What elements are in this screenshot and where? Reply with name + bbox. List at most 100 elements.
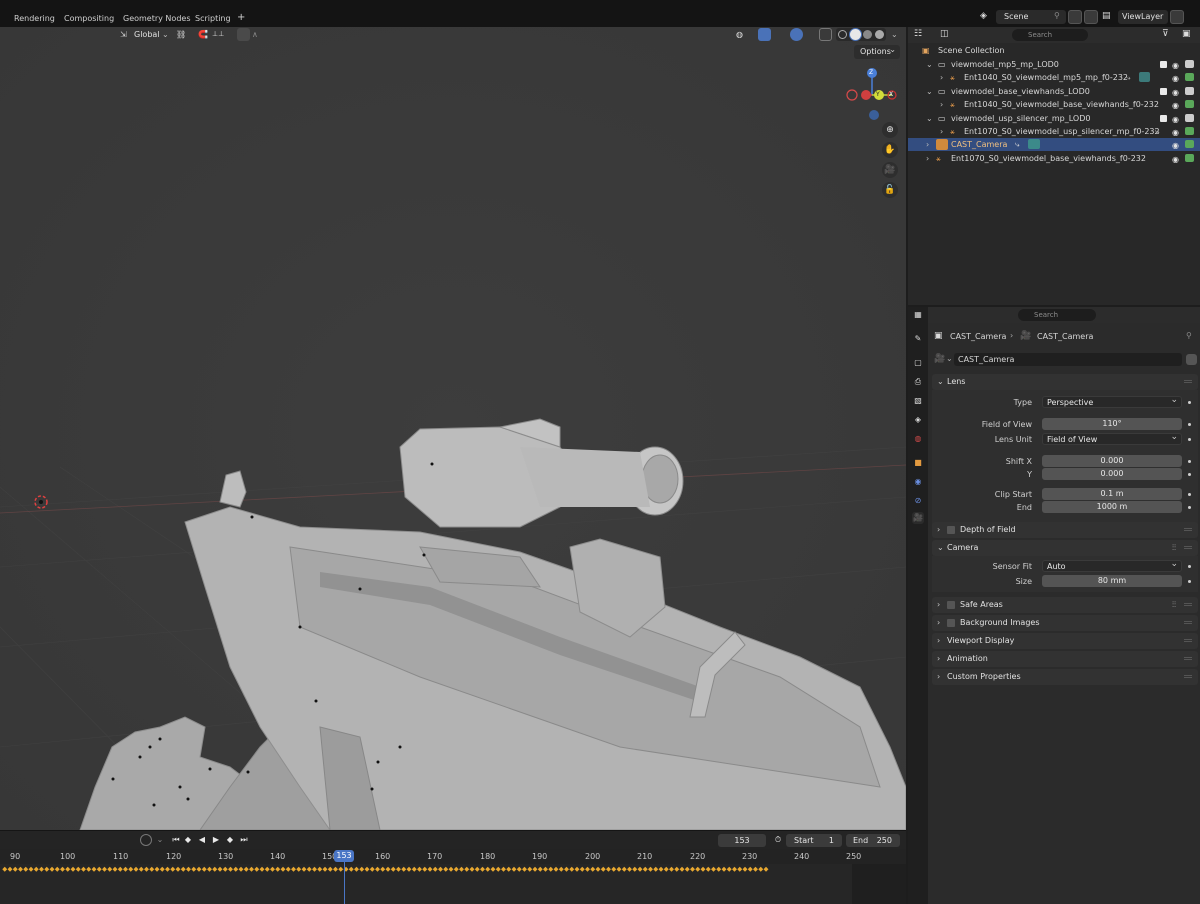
keyframe-diamond[interactable] xyxy=(642,866,648,872)
outliner-row-object[interactable]: › ⚹ Ent1040_S0_viewmodel_mp5_mp_f0-232 ⤷… xyxy=(908,71,1200,84)
drag-grip-icon[interactable] xyxy=(1184,639,1192,642)
keyframe-diamond[interactable] xyxy=(243,866,249,872)
render-camera-icon[interactable] xyxy=(1185,140,1194,148)
keyframe-diamond[interactable] xyxy=(417,866,422,872)
editor-type-icon[interactable]: ▦ xyxy=(912,309,924,321)
keyframe-diamond[interactable] xyxy=(390,866,396,872)
keyframe-dot[interactable] xyxy=(1188,460,1191,463)
keyframe-diamond[interactable] xyxy=(175,866,181,872)
gizmo-toggle-icon[interactable] xyxy=(758,28,771,41)
keyframe-diamond[interactable] xyxy=(621,866,627,872)
play-icon[interactable]: ▶ xyxy=(210,834,222,846)
keyframe-diamond[interactable] xyxy=(637,866,643,872)
keyframe-diamond[interactable] xyxy=(595,866,601,872)
keyframe-diamond[interactable] xyxy=(443,866,449,872)
keyframe-diamond[interactable] xyxy=(207,866,212,872)
lock-icon[interactable]: 🔓 xyxy=(882,182,898,198)
playhead[interactable] xyxy=(344,862,345,904)
keyframe-diamond[interactable] xyxy=(380,866,386,872)
keyframe-diamond[interactable] xyxy=(616,866,622,872)
auto-keying-icon[interactable] xyxy=(140,834,152,846)
keyframe-diamond[interactable] xyxy=(753,866,758,872)
sensor-size-field[interactable]: 80 mm xyxy=(1042,575,1182,587)
eye-icon[interactable]: ◉ xyxy=(1172,139,1179,152)
keyframe-diamond[interactable] xyxy=(648,866,653,872)
keyframe-diamond[interactable] xyxy=(690,866,695,872)
keyframe-diamond[interactable] xyxy=(369,866,375,872)
visibility-icon[interactable]: ◍ xyxy=(736,28,743,41)
keyframe-diamond[interactable] xyxy=(658,866,664,872)
render-camera-icon[interactable] xyxy=(1185,154,1194,162)
keyframe-diamond[interactable] xyxy=(564,866,569,872)
clip-end-field[interactable]: 1000 m xyxy=(1042,501,1182,513)
keyframe-diamond[interactable] xyxy=(411,866,417,872)
pin-icon[interactable]: ⚲ xyxy=(1186,331,1192,340)
keyframe-diamond[interactable] xyxy=(569,866,575,872)
current-frame-field[interactable]: 153 xyxy=(718,834,766,847)
keyframe-diamond[interactable] xyxy=(138,866,144,872)
keyframe-diamond[interactable] xyxy=(275,866,281,872)
delete-scene-button[interactable] xyxy=(1084,10,1098,24)
keyframe-diamond[interactable] xyxy=(75,866,81,872)
keyframe-diamond[interactable] xyxy=(149,866,155,872)
tool-tab-icon[interactable]: ✎ xyxy=(912,333,924,345)
pan-hand-icon[interactable]: ✋ xyxy=(882,142,898,158)
drag-grip-icon[interactable] xyxy=(1184,675,1192,678)
presets-icon[interactable]: ⫶⫶ xyxy=(1172,540,1176,556)
keyframe-diamond[interactable] xyxy=(522,866,527,872)
object-tab-icon[interactable]: ■ xyxy=(912,457,924,469)
keyframe-diamond[interactable] xyxy=(532,866,538,872)
keyframe-diamond[interactable] xyxy=(81,866,86,872)
keyframe-diamond[interactable] xyxy=(7,866,13,872)
end-frame-field[interactable]: End 250 xyxy=(846,834,900,847)
keyframe-diamond[interactable] xyxy=(212,866,218,872)
options-dropdown[interactable]: Options ⌄ xyxy=(854,45,900,59)
drag-grip-icon[interactable] xyxy=(1184,546,1192,549)
keyframe-diamond[interactable] xyxy=(485,866,491,872)
properties-search-input[interactable]: Search xyxy=(1018,309,1096,321)
keyframe-diamond[interactable] xyxy=(144,866,149,872)
keyframe-diamond[interactable] xyxy=(469,866,475,872)
keyframe-diamond[interactable] xyxy=(186,866,191,872)
keyframe-diamond[interactable] xyxy=(117,866,123,872)
keyframe-diamond[interactable] xyxy=(191,866,197,872)
camera-data-icon[interactable]: 🎥 xyxy=(934,354,945,364)
keyframe-diamond[interactable] xyxy=(60,866,65,872)
keyframe-diamond[interactable] xyxy=(611,866,617,872)
eye-icon[interactable]: ◉ xyxy=(1172,72,1179,85)
keyframe-diamond[interactable] xyxy=(49,866,55,872)
exclude-checkbox[interactable] xyxy=(1160,61,1167,68)
physics-tab-icon[interactable]: ◉ xyxy=(912,476,924,488)
keyframe-diamond[interactable] xyxy=(464,866,470,872)
keyframe-diamond[interactable] xyxy=(516,866,522,872)
exclude-checkbox[interactable] xyxy=(1160,115,1167,122)
drag-grip-icon[interactable] xyxy=(1184,528,1192,531)
view-layer-tab-icon[interactable]: ▧ xyxy=(912,395,924,407)
add-workspace-button[interactable]: + xyxy=(237,12,245,23)
keyframe-diamond[interactable] xyxy=(96,866,102,872)
safe-areas-panel-header[interactable]: › Safe Areas ⫶⫶ xyxy=(932,597,1198,613)
keyframe-diamond[interactable] xyxy=(254,866,260,872)
outliner-row-object[interactable]: › ⚹ Ent1070_S0_viewmodel_usp_silencer_mp… xyxy=(908,125,1200,138)
keyframe-diamond[interactable] xyxy=(28,866,34,872)
keyframe-diamond[interactable] xyxy=(480,866,485,872)
keyframe-diamond[interactable] xyxy=(716,866,722,872)
lens-unit-dropdown[interactable]: Field of View xyxy=(1042,431,1182,445)
keyframe-diamond[interactable] xyxy=(112,866,118,872)
workspace-tab-geometry-nodes[interactable]: Geometry Nodes xyxy=(123,14,190,23)
keyframe-diamond[interactable] xyxy=(506,866,512,872)
keyframe-diamond[interactable] xyxy=(548,866,554,872)
drag-grip-icon[interactable] xyxy=(1184,657,1192,660)
keyframe-diamond[interactable] xyxy=(102,866,107,872)
keyframe-diamond[interactable] xyxy=(432,866,438,872)
render-camera-icon[interactable] xyxy=(1185,87,1194,95)
keyframe-diamond[interactable] xyxy=(385,866,391,872)
keyframe-diamond[interactable] xyxy=(354,866,359,872)
keyframe-diamond[interactable] xyxy=(23,866,29,872)
shift-y-field[interactable]: 0.000 xyxy=(1042,468,1182,480)
view-layer-selector[interactable]: ViewLayer xyxy=(1118,10,1168,24)
keyframe-diamond[interactable] xyxy=(574,866,580,872)
keyframe-diamond[interactable] xyxy=(558,866,564,872)
expand-chevron-icon[interactable]: › xyxy=(926,138,929,151)
expand-chevron-icon[interactable]: › xyxy=(940,125,943,138)
